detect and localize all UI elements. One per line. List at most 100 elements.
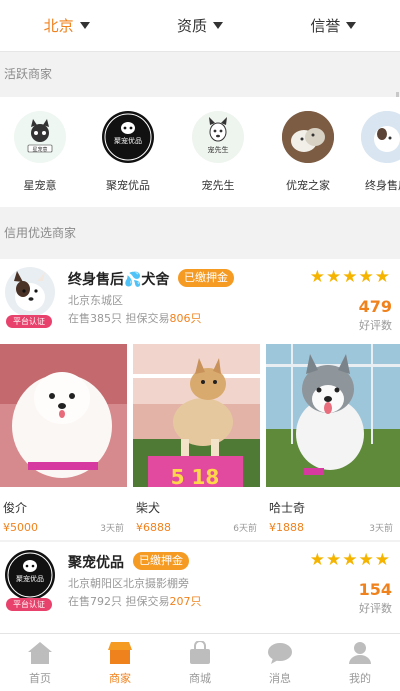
pet-list: 俊介 ¥5000 3天前 柴犬 ¥6888 6天前 哈士奇 ¥1888 3天前 [0, 491, 400, 541]
active-merchants-heading: 活跃商家 [0, 56, 400, 92]
shop-name: 聚宠优品 [68, 555, 124, 571]
pet-price: ¥1888 [269, 521, 304, 534]
review-count: 154 [358, 580, 392, 599]
pet-name: 哈士奇 [269, 501, 306, 515]
rating-stars: ★ ★ ★ ★ ★ [310, 269, 390, 286]
shop-logo-text: 聚宠优品 [16, 575, 44, 583]
caret-down-icon [346, 22, 357, 29]
caret-down-icon [213, 22, 223, 29]
shop-stats: 在售385只 担保交易806只 [68, 310, 202, 326]
merchant-item[interactable]: 宠先生 宠先生 [183, 111, 253, 193]
merchant-avatar [361, 111, 400, 163]
pet-posted-time: 3天前 [100, 524, 124, 534]
app-screen: 北京 资质 信誉 活跃商家 星宠意 星宠意 聚宠优品 聚宠优品 宠先生 宠先生 … [0, 0, 400, 691]
merchant-item[interactable]: 聚宠优品 聚宠优品 [93, 111, 163, 193]
filter-bar: 北京 资质 信誉 [0, 0, 400, 52]
merchant-logo-text: 星宠意 [32, 147, 48, 153]
deposit-badge: 已缴押金 [178, 269, 234, 287]
nav-shop[interactable]: 商家 [80, 634, 160, 691]
star-icon: ★ [309, 267, 325, 287]
message-icon [267, 641, 293, 665]
shop-header: 平台认证 终身售后💦犬舍 已缴押金 北京东城区 在售385只 担保交易806只 … [0, 259, 400, 345]
merchant-logo-text: 宠先生 [207, 146, 229, 154]
shop-location: 北京朝阳区北京摄影棚旁 [68, 577, 189, 590]
bottom-nav: 首页 商家 商城 消息 我的 [0, 633, 400, 691]
pet-posted-time: 6天前 [233, 524, 257, 534]
filter-qualification-label: 资质 [176, 17, 207, 35]
nav-mall[interactable]: 商城 [160, 634, 240, 691]
review-count: 479 [358, 297, 392, 316]
nav-message-label: 消息 [269, 672, 291, 685]
review-count-label: 好评数 [359, 319, 392, 332]
nav-shop-label: 商家 [109, 672, 131, 685]
nav-message[interactable]: 消息 [240, 634, 320, 691]
active-merchants-row: 星宠意 星宠意 聚宠优品 聚宠优品 宠先生 宠先生 优宠之家 终身售 [0, 97, 400, 207]
star-icon: ★ [326, 267, 342, 287]
shop-card[interactable]: 聚宠优品 平台认证 聚宠优品 已缴押金 北京朝阳区北京摄影棚旁 在售792只 担… [0, 542, 400, 633]
shop-name: 终身售后💦犬舍 [68, 272, 170, 288]
pet-photos: 5 18 [0, 344, 400, 487]
merchant-name: 星宠意 [23, 179, 57, 192]
filter-credit[interactable]: 信誉 [267, 15, 400, 36]
merchant-name: 聚宠优品 [106, 179, 150, 192]
star-icon: ★ [309, 550, 325, 570]
pet-photo[interactable] [0, 344, 127, 487]
nav-profile-label: 我的 [349, 672, 371, 685]
star-icon: ★ [342, 267, 358, 287]
mall-icon [187, 640, 213, 665]
star-icon: ★ [358, 550, 374, 570]
shop-stats-text: 在售792只 担保交易 [68, 595, 170, 608]
shop-avatar [5, 267, 55, 317]
credit-merchants-heading: 信用优选商家 [0, 215, 400, 251]
star-icon: ★ [342, 550, 358, 570]
shop-location: 北京东城区 [68, 294, 123, 307]
star-icon: ★ [374, 550, 390, 570]
merchant-avatar: 宠先生 [192, 111, 244, 163]
star-icon: ★ [358, 267, 374, 287]
filter-qualification[interactable]: 资质 [133, 15, 266, 36]
merchant-avatar: 星宠意 [14, 111, 66, 163]
merchant-logo-text: 聚宠优品 [114, 137, 142, 145]
shop-avatar: 聚宠优品 [5, 550, 55, 600]
shop-header: 聚宠优品 平台认证 聚宠优品 已缴押金 北京朝阳区北京摄影棚旁 在售792只 担… [0, 542, 400, 628]
nav-mall-label: 商城 [189, 672, 211, 685]
caret-down-icon [79, 22, 90, 29]
merchant-item[interactable]: 终身售后 [352, 111, 400, 193]
filter-city[interactable]: 北京 [0, 15, 133, 36]
deposit-badge: 已缴押金 [133, 552, 189, 570]
shop-card[interactable]: 平台认证 终身售后💦犬舍 已缴押金 北京东城区 在售385只 担保交易806只 … [0, 259, 400, 540]
merchant-name: 宠先生 [201, 179, 235, 192]
review-count-label: 好评数 [359, 602, 392, 615]
rating-stars: ★ ★ ★ ★ ★ [310, 552, 390, 569]
shop-icon [107, 641, 133, 665]
pet-name: 俊介 [3, 501, 28, 515]
merchant-name: 优宠之家 [286, 179, 330, 192]
merchant-avatar: 聚宠优品 [102, 111, 154, 163]
pet-price: ¥5000 [3, 521, 38, 534]
home-icon [27, 641, 53, 665]
filter-city-label: 北京 [43, 17, 74, 35]
shop-trades-count: 806只 [169, 312, 202, 325]
certified-badge: 平台认证 [6, 315, 52, 328]
filter-credit-label: 信誉 [310, 17, 341, 35]
nav-home-label: 首页 [29, 672, 51, 685]
merchant-item[interactable]: 星宠意 星宠意 [5, 111, 75, 193]
merchant-avatar [282, 111, 334, 163]
nav-profile[interactable]: 我的 [320, 634, 400, 691]
merchant-name: 终身售后 [365, 179, 400, 192]
shop-stats-text: 在售385只 担保交易 [68, 312, 170, 325]
star-icon: ★ [374, 267, 390, 287]
shop-trades-count: 207只 [169, 595, 202, 608]
pet-name: 柴犬 [136, 501, 161, 515]
profile-icon [347, 641, 373, 665]
nav-home[interactable]: 首页 [0, 634, 80, 691]
pet-photo[interactable] [266, 344, 400, 487]
pet-posted-time: 3天前 [369, 524, 393, 534]
pet-price: ¥6888 [136, 521, 171, 534]
merchant-item[interactable]: 优宠之家 [273, 111, 343, 193]
star-icon: ★ [326, 550, 342, 570]
certified-badge: 平台认证 [6, 598, 52, 611]
svg-text:5 18: 5 18 [171, 465, 220, 487]
pet-photo[interactable]: 5 18 [133, 344, 260, 487]
shop-stats: 在售792只 担保交易207只 [68, 593, 202, 609]
